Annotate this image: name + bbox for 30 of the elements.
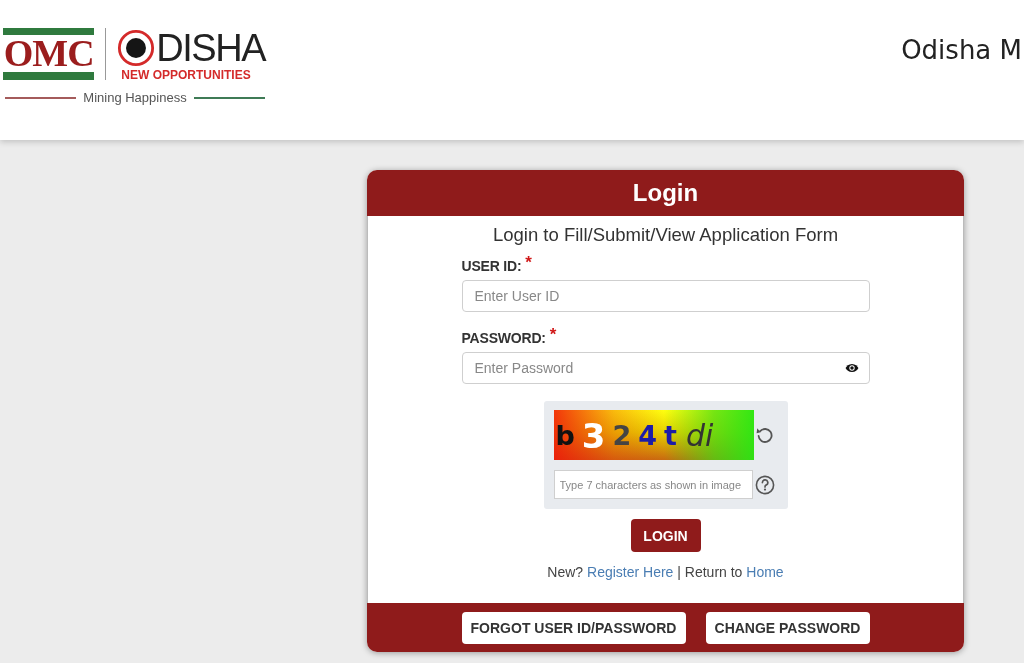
footer-button[interactable]: FORGOT USER ID/PASSWORD [461, 611, 686, 644]
logo-tagline: NEW OPPORTUNITIES [121, 68, 252, 82]
register-home-text: New? Register Here | Return to Home [547, 563, 784, 582]
field-label: PASSWORD: [461, 329, 546, 348]
captcha-field[interactable]: Type 7 characters as shown in image [553, 470, 753, 499]
required-mark: * [525, 256, 532, 270]
eye-icon[interactable] [844, 363, 859, 373]
captcha-character: b [555, 419, 575, 453]
login-title: Login [632, 179, 699, 207]
omc-logo: OMC [3, 28, 95, 80]
odisha-logo-text: DISHA [156, 28, 265, 68]
password-field[interactable]: Enter Password [461, 352, 870, 384]
field-label: USER ID: [461, 257, 522, 276]
site-title: Odisha M [901, 35, 1022, 65]
captcha-character: 3 [581, 416, 606, 456]
login-button[interactable]: LOGIN [630, 519, 701, 552]
help-icon[interactable] [754, 474, 775, 495]
logo-motto: Mining Happiness [82, 90, 188, 106]
captcha-character: t [664, 419, 677, 453]
user-id-field[interactable]: Enter User ID [461, 280, 870, 312]
captcha-character: 2 [612, 419, 632, 453]
footer-button[interactable]: CHANGE PASSWORD [705, 611, 870, 644]
ring-dot-icon [117, 29, 156, 67]
login-subtitle: Login to Fill/Submit/View Application Form [492, 223, 839, 247]
refresh-icon[interactable] [754, 425, 775, 445]
text-link[interactable]: Home [746, 564, 784, 580]
captcha-character: di [686, 417, 714, 455]
text-link[interactable]: Register Here [587, 564, 674, 580]
required-mark: * [549, 328, 557, 342]
captcha-character: 4 [638, 419, 658, 453]
